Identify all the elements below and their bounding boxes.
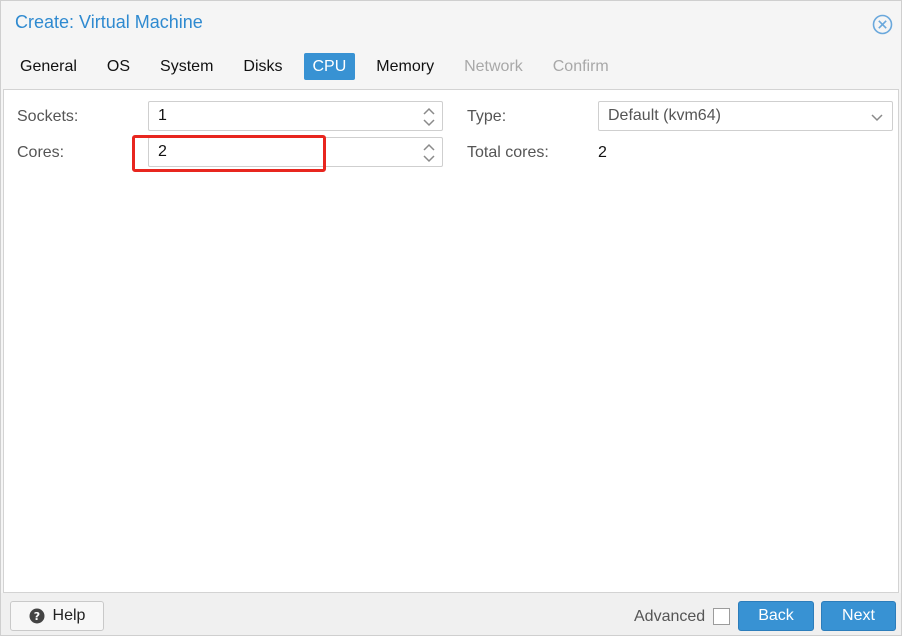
tab-system[interactable]: System (151, 53, 222, 80)
question-circle-icon: ? (29, 608, 45, 624)
sockets-value: 1 (158, 107, 167, 124)
create-vm-dialog: Create: Virtual Machine General OS Syste… (0, 0, 902, 636)
type-value: Default (kvm64) (608, 107, 721, 124)
tab-os[interactable]: OS (98, 53, 139, 80)
type-label: Type: (467, 108, 507, 125)
dialog-footer: ? Help Advanced Back Next (1, 593, 901, 635)
total-cores-label: Total cores: (467, 144, 549, 161)
tab-confirm: Confirm (552, 57, 609, 75)
dialog-title: Create: Virtual Machine (15, 12, 203, 32)
cores-field[interactable]: 2 (148, 137, 443, 167)
type-dropdown[interactable]: Default (kvm64) (598, 101, 893, 131)
total-cores-value: 2 (598, 144, 607, 161)
tab-disks[interactable]: Disks (234, 53, 291, 80)
help-label: Help (52, 607, 86, 624)
help-button[interactable]: ? Help (10, 601, 104, 631)
sockets-label: Sockets: (17, 108, 79, 125)
tab-network: Network (464, 57, 523, 75)
sockets-field[interactable]: 1 (148, 101, 443, 131)
tab-general[interactable]: General (11, 53, 86, 80)
advanced-label: Advanced (634, 608, 706, 625)
cores-value: 2 (158, 143, 167, 160)
cores-spinner-icon[interactable] (422, 141, 436, 165)
back-button[interactable]: Back (738, 601, 814, 631)
next-button[interactable]: Next (821, 601, 896, 631)
sockets-spinner-icon[interactable] (422, 105, 436, 129)
tab-memory[interactable]: Memory (367, 53, 443, 80)
tab-cpu[interactable]: CPU (303, 52, 356, 80)
cpu-panel: Sockets: 1 Cores: 2 Type: Default (kvm64… (3, 89, 899, 593)
title-bar: Create: Virtual Machine (1, 1, 901, 45)
chevron-down-icon[interactable] (870, 111, 884, 123)
advanced-checkbox[interactable] (713, 608, 730, 625)
cores-label: Cores: (17, 144, 65, 161)
close-icon[interactable] (872, 14, 893, 35)
tab-bar: General OS System Disks CPU Memory Netwo… (11, 52, 630, 80)
svg-text:?: ? (33, 610, 39, 623)
